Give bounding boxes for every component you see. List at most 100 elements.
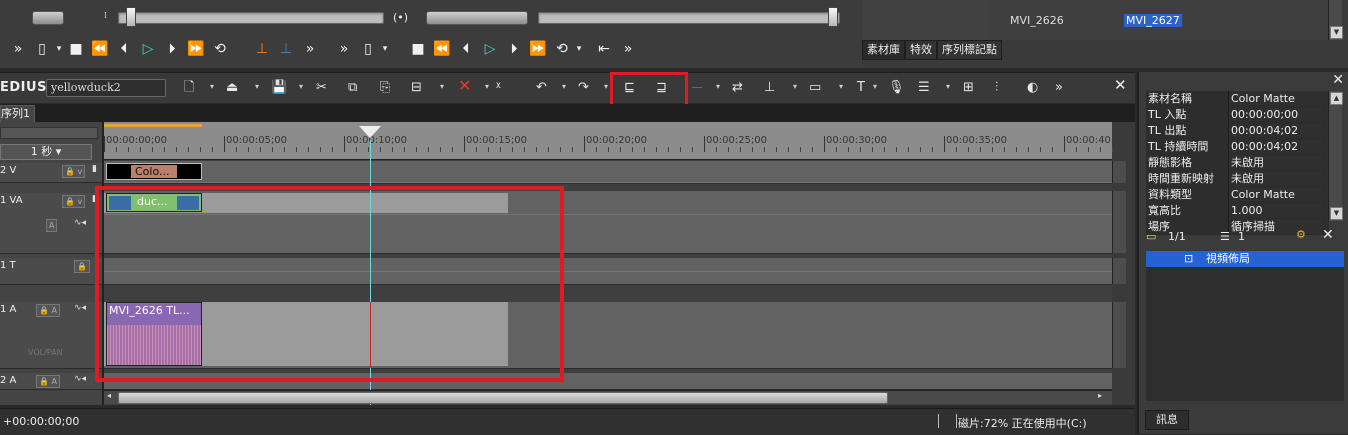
tab-bin[interactable]: 素材庫 xyxy=(862,40,905,60)
effect-settings-icon[interactable]: ⚙ xyxy=(1296,228,1306,241)
filter-list-icon[interactable]: ☰ xyxy=(1220,230,1230,243)
track-header-2a[interactable]: 2 A 🔒 A ∿◂ xyxy=(0,373,102,390)
dropdown-icon-2[interactable]: ▾ xyxy=(380,38,390,60)
info-scrollbar[interactable]: ▲ ▼ xyxy=(1328,91,1343,221)
scroll-down-icon[interactable]: ▼ xyxy=(1330,26,1343,39)
dropdown-icon[interactable]: ▾ xyxy=(562,82,566,91)
dropdown-icon[interactable]: ▾ xyxy=(440,82,444,91)
more-icon-2[interactable]: » xyxy=(298,38,322,60)
dropdown-icon[interactable]: ▾ xyxy=(793,82,797,91)
dropdown-icon[interactable]: ▾ xyxy=(873,82,877,91)
add-cut-icon[interactable]: ⊥ xyxy=(764,79,775,97)
trim-icon[interactable]: ⇤ xyxy=(592,38,616,60)
more-icon-4[interactable]: » xyxy=(616,38,640,60)
track-lock-icon[interactable]: 🔒 v xyxy=(62,165,86,178)
title-icon[interactable]: T xyxy=(857,79,865,97)
transition-icon[interactable]: ▭ xyxy=(809,79,821,97)
step-back-button[interactable]: ⏴ xyxy=(112,38,136,60)
bin-clip-mvi-2626[interactable]: MVI_2626 xyxy=(1010,14,1064,27)
split-clip-icon[interactable]: ⏤ xyxy=(692,79,702,97)
dropdown-icon-3[interactable]: ▾ xyxy=(574,38,584,60)
paste-icon[interactable]: ⎘ xyxy=(380,79,390,97)
waveform-icon[interactable]: ∿◂ xyxy=(74,374,86,384)
ripple-delete-icon[interactable]: ᵡ xyxy=(496,79,501,97)
track-lock-icon[interactable]: 🔒 v xyxy=(62,195,86,208)
timeline-cursor-handle[interactable] xyxy=(359,126,381,138)
player-position-knob[interactable] xyxy=(828,7,838,27)
more-icon[interactable]: » xyxy=(6,38,30,60)
vol-pan-label[interactable]: VOL/PAN xyxy=(28,348,63,357)
audio-lock-icon[interactable]: 🔒 A xyxy=(36,304,60,317)
more-tools-icon[interactable]: » xyxy=(1055,79,1063,97)
dropdown-icon[interactable]: ▾ xyxy=(604,82,608,91)
player-position-slider[interactable] xyxy=(538,12,840,24)
timecode-ruler[interactable]: 00:00:00;00 00:00:05;00 00:00:10;00 00:0… xyxy=(104,122,1113,160)
dropdown-icon[interactable]: ▾ xyxy=(485,82,489,91)
delete-effect-icon[interactable]: ✕ xyxy=(1322,227,1334,243)
lane-2v[interactable]: Colo... xyxy=(104,161,1112,184)
lane-scrollbar[interactable] xyxy=(1112,191,1126,253)
replace-icon[interactable]: ⊟ xyxy=(411,79,422,97)
color-icon[interactable]: ◐ xyxy=(1027,79,1038,97)
scroll-down-icon[interactable]: ▼ xyxy=(1330,207,1343,220)
scroll-thumb[interactable] xyxy=(118,392,888,404)
timeline-horizontal-scrollbar[interactable]: ◂ ▸ xyxy=(104,390,1112,404)
track-lock-icon[interactable]: 🔒 xyxy=(74,260,90,273)
fast-forward-button[interactable]: ⏩ xyxy=(184,38,208,60)
effect-item-video-layout[interactable]: ⊡ 視頻佈局 xyxy=(1146,251,1344,267)
scroll-right-icon[interactable]: ▸ xyxy=(1098,391,1102,400)
track-header-2v[interactable]: 2 V 🔒 v ▮ xyxy=(0,163,102,183)
recorder-position-slider[interactable] xyxy=(118,12,384,24)
clip-color-matte[interactable]: Colo... xyxy=(106,163,202,180)
track-header-1t[interactable]: 1 T 🔒 xyxy=(0,258,102,285)
zoom-strip[interactable] xyxy=(0,127,98,139)
lane-scrollbar[interactable] xyxy=(1112,302,1126,368)
player-play-button[interactable]: ▷ xyxy=(478,38,502,60)
jog-slider[interactable] xyxy=(32,11,64,25)
insert-icon[interactable]: ⊥ xyxy=(250,38,274,60)
copy-icon[interactable]: ⧉ xyxy=(348,79,357,97)
save-icon[interactable]: 💾 xyxy=(271,79,287,97)
shuttle-slider[interactable] xyxy=(426,11,528,25)
dropdown-icon[interactable]: ▾ xyxy=(946,82,950,91)
lane-scrollbar[interactable] xyxy=(1112,258,1126,284)
close-timeline-icon[interactable]: ✕ xyxy=(1114,76,1127,94)
open-project-icon[interactable]: ⏏ xyxy=(226,79,238,97)
mark-out-icon[interactable]: ▯ xyxy=(356,38,380,60)
scroll-up-icon[interactable]: ▲ xyxy=(1330,92,1343,105)
dropdown-icon[interactable]: ▾ xyxy=(299,82,303,91)
microphone-icon[interactable]: 🎙 xyxy=(888,79,905,97)
track-sync-icon[interactable]: ▮ xyxy=(92,164,97,174)
track-header-1va[interactable]: 1 VA 🔒 v ▮ A ∿◂ xyxy=(0,193,102,254)
recorder-position-knob[interactable] xyxy=(126,7,136,27)
lane-scrollbar[interactable] xyxy=(1112,161,1126,183)
rewind-button[interactable]: ⏪ xyxy=(88,38,112,60)
player-stop-button[interactable]: ■ xyxy=(406,38,430,60)
ripple-mode-icon[interactable]: ⇄ xyxy=(732,79,743,97)
undo-icon[interactable]: ↶ xyxy=(536,79,547,97)
play-button[interactable]: ▷ xyxy=(136,38,160,60)
player-rewind-button[interactable]: ⏪ xyxy=(430,38,454,60)
dropdown-icon[interactable]: ▾ xyxy=(716,82,720,91)
overwrite-icon[interactable]: ⊥ xyxy=(274,38,298,60)
audio-mixer-icon[interactable]: ⫶ xyxy=(995,79,998,97)
tab-information[interactable]: 訊息 xyxy=(1145,410,1189,430)
waveform-icon[interactable]: ∿◂ xyxy=(74,218,86,228)
tab-sequence-markers[interactable]: 序列標記點 xyxy=(937,40,1002,60)
delete-icon[interactable]: ✕ xyxy=(458,77,471,95)
dropdown-icon[interactable]: ▾ xyxy=(839,82,843,91)
more-icon-3[interactable]: » xyxy=(332,38,356,60)
scroll-left-icon[interactable]: ◂ xyxy=(107,391,111,400)
render-icon[interactable]: ☰ xyxy=(918,79,930,97)
cut-icon[interactable]: ✂ xyxy=(316,79,327,97)
dropdown-icon[interactable]: ▾ xyxy=(255,82,259,91)
new-sequence-icon[interactable]: 🗋 xyxy=(184,79,194,97)
bin-clip-mvi-2627[interactable]: MVI_2627 xyxy=(1124,14,1182,27)
track-header-1a[interactable]: 1 A 🔒 A ∿◂ VOL/PAN xyxy=(0,302,102,369)
timescale-select[interactable]: 1 秒 ▾ xyxy=(0,144,92,160)
project-name-field[interactable]: yellowduck2 xyxy=(46,79,166,97)
close-info-icon[interactable]: ✕ xyxy=(1332,72,1344,88)
player-fast-forward-button[interactable]: ⏩ xyxy=(526,38,550,60)
redo-icon[interactable]: ↷ xyxy=(578,79,589,97)
bin-folder-tree[interactable] xyxy=(862,0,989,40)
